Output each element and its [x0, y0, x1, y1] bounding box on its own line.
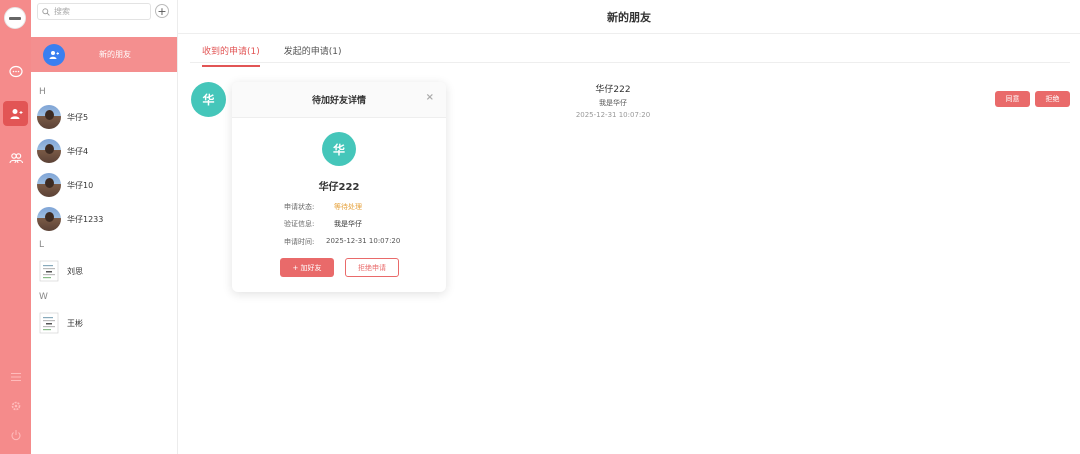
contact-item[interactable]: 王彬 [31, 308, 177, 338]
search-input[interactable] [54, 7, 144, 16]
app-window: + 新的朋友 H 华仔5 华仔4 华仔10 华仔1233 L [0, 0, 1080, 454]
dialog-header: 待加好友详情 × [232, 82, 446, 118]
nav-chat-icon[interactable] [3, 59, 28, 84]
dialog-title: 待加好友详情 [311, 96, 366, 106]
reject-request-button[interactable]: 拒绝申请 [345, 258, 399, 277]
reject-button[interactable]: 拒绝 [1035, 91, 1070, 107]
contact-name: 华仔10 [67, 180, 94, 190]
time-value: 2025-12-31 10:07:20 [326, 237, 401, 245]
dialog-avatar: 华 [322, 132, 356, 166]
dialog-name: 华仔222 [318, 182, 360, 193]
tabs-divider [190, 62, 1070, 63]
add-friend-button[interactable]: + 加好友 [280, 258, 334, 277]
page-title: 新的朋友 [178, 0, 1080, 34]
close-icon[interactable]: × [426, 92, 434, 103]
avatar [37, 207, 61, 231]
time-row: 申请时间: 2025-12-31 10:07:20 [284, 237, 400, 247]
status-badge: 等待处理 [334, 203, 362, 211]
request-avatar[interactable]: 华 [191, 82, 226, 117]
avatar [37, 139, 61, 163]
menu-icon[interactable] [3, 364, 28, 389]
contact-name: 王彬 [67, 318, 83, 328]
request-message: 我是华仔 [599, 99, 627, 107]
contact-item[interactable]: 华仔4 [31, 136, 177, 166]
group-letter-h: H [39, 87, 46, 97]
settings-gear-icon[interactable] [3, 393, 28, 418]
nav-contacts-icon[interactable] [3, 101, 28, 126]
request-time: 2025-12-31 10:07:20 [575, 111, 651, 119]
contacts-panel: + 新的朋友 H 华仔5 华仔4 华仔10 华仔1233 L [31, 0, 178, 454]
tab-bar: 收到的申请(1) 发起的申请(1) [202, 44, 366, 67]
contact-item[interactable]: 华仔10 [31, 170, 177, 200]
new-friends-item[interactable]: 新的朋友 [31, 37, 177, 72]
avatar [37, 105, 61, 129]
document-avatar-icon [37, 259, 61, 283]
group-letter-w: W [39, 292, 48, 302]
friend-request-dialog: 待加好友详情 × 华 华仔222 申请状态: 等待处理 验证信息: 我是华仔 申… [232, 82, 446, 292]
nav-rail [0, 0, 31, 454]
tab-sent-requests[interactable]: 发起的申请(1) [284, 44, 342, 67]
time-key: 申请时间: [284, 238, 315, 246]
document-avatar-icon [37, 311, 61, 335]
nav-groups-icon[interactable] [3, 145, 28, 170]
agree-button[interactable]: 同意 [995, 91, 1030, 107]
request-info: 华仔222 我是华仔 2025-12-31 10:07:20 [548, 82, 678, 119]
new-friends-label: 新的朋友 [99, 50, 131, 59]
new-friends-icon [43, 43, 65, 66]
request-name: 华仔222 [595, 85, 631, 95]
contact-name: 华仔1233 [67, 214, 104, 224]
message-value: 我是华仔 [334, 220, 362, 228]
contact-item[interactable]: 华仔5 [31, 102, 177, 132]
status-key: 申请状态: [284, 203, 315, 211]
message-key: 验证信息: [284, 220, 315, 228]
contact-item[interactable]: 刘思 [31, 256, 177, 286]
contact-name: 华仔5 [67, 112, 89, 122]
search-box[interactable] [37, 3, 151, 20]
app-logo[interactable] [4, 7, 26, 29]
tab-received-requests[interactable]: 收到的申请(1) [202, 44, 260, 67]
power-icon[interactable] [3, 422, 28, 447]
search-icon [42, 7, 50, 16]
contact-name: 华仔4 [67, 146, 89, 156]
contact-item[interactable]: 华仔1233 [31, 204, 177, 234]
status-row: 申请状态: 等待处理 [284, 202, 362, 212]
avatar [37, 173, 61, 197]
message-row: 验证信息: 我是华仔 [284, 219, 362, 229]
contact-name: 刘思 [67, 266, 83, 276]
group-letter-l: L [39, 240, 45, 250]
add-contact-button[interactable]: + [155, 4, 169, 18]
